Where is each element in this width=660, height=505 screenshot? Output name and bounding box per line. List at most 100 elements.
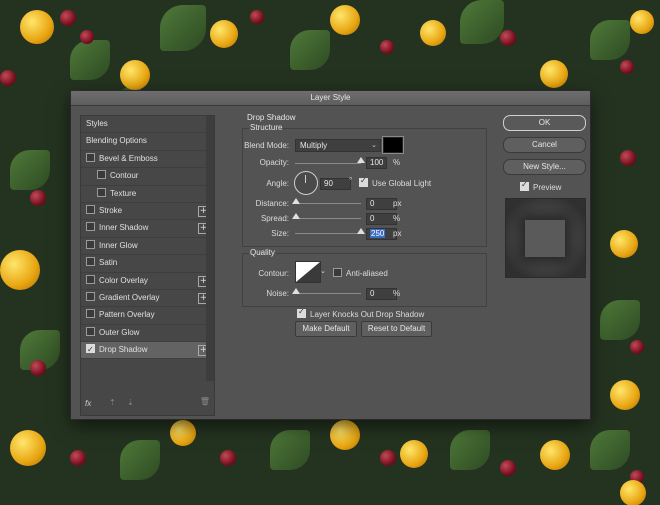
structure-label: Structure: [249, 123, 284, 132]
reset-default-button[interactable]: Reset to Default: [361, 321, 432, 337]
anti-aliased-checkbox[interactable]: Anti-aliased: [333, 268, 388, 278]
style-item-bevel-emboss[interactable]: Bevel & Emboss: [81, 151, 214, 169]
new-style-button[interactable]: New Style...: [503, 159, 586, 175]
dialog-title: Layer Style: [71, 91, 590, 106]
angle-input[interactable]: 90: [320, 178, 351, 190]
fx-icon[interactable]: fx: [85, 399, 91, 408]
preview-label: Preview: [533, 183, 562, 192]
distance-unit: px: [393, 199, 402, 208]
style-item-checkbox[interactable]: [86, 291, 95, 301]
style-item-label: Pattern Overlay: [99, 310, 155, 320]
layer-style-dialog: Layer Style Styles Blending Options Bevel …: [71, 91, 590, 419]
style-item-label: Drop Shadow: [99, 345, 148, 355]
noise-unit: %: [393, 289, 401, 298]
trash-icon[interactable]: 🗑: [200, 397, 210, 406]
style-item-label: Satin: [99, 258, 118, 268]
style-item-checkbox[interactable]: [86, 239, 95, 249]
styles-list-panel: Styles Blending Options Bevel & Emboss Cont…: [80, 115, 215, 416]
make-default-button[interactable]: Make Default: [295, 321, 357, 337]
opacity-unit: %: [393, 158, 401, 167]
anti-aliased-box[interactable]: [333, 268, 342, 277]
quality-label: Quality: [249, 248, 276, 257]
layer-knocks-box[interactable]: [297, 307, 306, 318]
style-item-drop-shadow[interactable]: Drop Shadow+: [81, 342, 214, 360]
opacity-slider-track[interactable]: [295, 163, 361, 164]
style-item-checkbox[interactable]: [86, 342, 95, 358]
style-item-stroke[interactable]: Stroke +: [81, 203, 214, 221]
opacity-input[interactable]: 100: [366, 157, 387, 169]
style-item-pattern-overlay[interactable]: Pattern Overlay: [81, 307, 214, 325]
style-item-texture[interactable]: Texture: [81, 186, 214, 203]
style-item-gradient-overlay[interactable]: Gradient Overlay +: [81, 290, 214, 308]
style-item-checkbox[interactable]: [97, 170, 106, 180]
style-item-checkbox[interactable]: [97, 187, 106, 197]
style-item-inner-shadow[interactable]: Inner Shadow +: [81, 220, 214, 238]
noise-slider-track[interactable]: [295, 293, 361, 294]
opacity-slider-thumb[interactable]: [357, 157, 365, 163]
style-item-label: Outer Glow: [99, 327, 140, 337]
size-slider-track[interactable]: [295, 233, 361, 234]
style-item-blending-options[interactable]: Blending Options: [81, 133, 214, 151]
contour-picker[interactable]: [295, 261, 321, 283]
style-item-label: Contour: [110, 171, 139, 181]
style-item-inner-glow[interactable]: Inner Glow: [81, 238, 214, 256]
preview-checkbox[interactable]: Preview: [520, 180, 562, 192]
move-up-icon[interactable]: ⇡: [109, 398, 116, 407]
style-preview-thumbnail: [505, 198, 586, 278]
style-item-checkbox[interactable]: [86, 274, 95, 284]
style-item-checkbox[interactable]: [86, 222, 95, 232]
style-item-label: Inner Shadow: [99, 223, 149, 233]
blend-mode-select[interactable]: Multiply ⌄: [295, 139, 381, 152]
move-down-icon[interactable]: ⇣: [127, 398, 134, 407]
contour-label: Contour:: [258, 269, 289, 278]
cancel-button[interactable]: Cancel: [503, 137, 586, 153]
styles-list-scrollbar[interactable]: [206, 116, 214, 381]
layer-knocks-label: Layer Knocks Out Drop Shadow: [310, 310, 425, 319]
style-item-label: Styles: [86, 119, 108, 128]
style-item-checkbox[interactable]: [86, 309, 95, 319]
style-item-styles[interactable]: Styles: [81, 116, 214, 134]
use-global-light-checkbox[interactable]: Use Global Light: [359, 176, 432, 188]
size-label: Size:: [271, 229, 289, 238]
degree-unit: °: [349, 176, 353, 185]
angle-dial[interactable]: [294, 171, 318, 195]
layer-knocks-checkbox[interactable]: Layer Knocks Out Drop Shadow: [297, 307, 425, 319]
style-item-checkbox[interactable]: [86, 204, 95, 214]
chevron-down-icon: ⌄: [371, 141, 377, 149]
style-item-outer-glow[interactable]: Outer Glow: [81, 325, 214, 343]
style-item-color-overlay[interactable]: Color Overlay +: [81, 273, 214, 290]
styles-list-footer: fx ⇡ ⇣ 🗑: [81, 389, 214, 415]
spread-slider-thumb[interactable]: [292, 213, 300, 219]
chevron-down-icon[interactable]: ⌄: [320, 267, 326, 275]
size-value: 250: [370, 229, 386, 238]
style-item-label: Bevel & Emboss: [99, 153, 158, 163]
style-item-label: Texture: [110, 188, 137, 198]
style-item-label: Inner Glow: [99, 240, 138, 250]
noise-label: Noise:: [266, 289, 289, 298]
style-item-contour[interactable]: Contour: [81, 168, 214, 186]
contour-curve-icon: [296, 262, 320, 282]
blend-mode-value: Multiply: [300, 141, 328, 150]
style-item-label: Blending Options: [86, 136, 147, 146]
style-item-label: Gradient Overlay: [99, 292, 160, 302]
quality-group: [242, 253, 487, 307]
size-unit: px: [393, 229, 402, 238]
panel-title: Drop Shadow: [247, 113, 296, 122]
style-item-checkbox[interactable]: [86, 152, 95, 162]
shadow-color-swatch[interactable]: [382, 136, 404, 154]
distance-slider-track[interactable]: [295, 203, 361, 204]
preview-box[interactable]: [520, 180, 529, 191]
use-global-light-box[interactable]: [359, 176, 368, 187]
distance-slider-thumb[interactable]: [292, 198, 300, 204]
style-item-checkbox[interactable]: [86, 326, 95, 336]
blend-mode-label: Blend Mode:: [244, 141, 289, 150]
ok-button[interactable]: OK: [503, 115, 586, 131]
size-slider-thumb[interactable]: [357, 228, 365, 234]
noise-slider-thumb[interactable]: [292, 288, 300, 294]
spread-slider-track[interactable]: [295, 218, 361, 219]
style-item-satin[interactable]: Satin: [81, 255, 214, 273]
use-global-light-label: Use Global Light: [372, 179, 432, 188]
style-item-checkbox[interactable]: [86, 257, 95, 267]
style-item-label: Stroke: [99, 205, 123, 215]
anti-aliased-label: Anti-aliased: [346, 269, 388, 278]
